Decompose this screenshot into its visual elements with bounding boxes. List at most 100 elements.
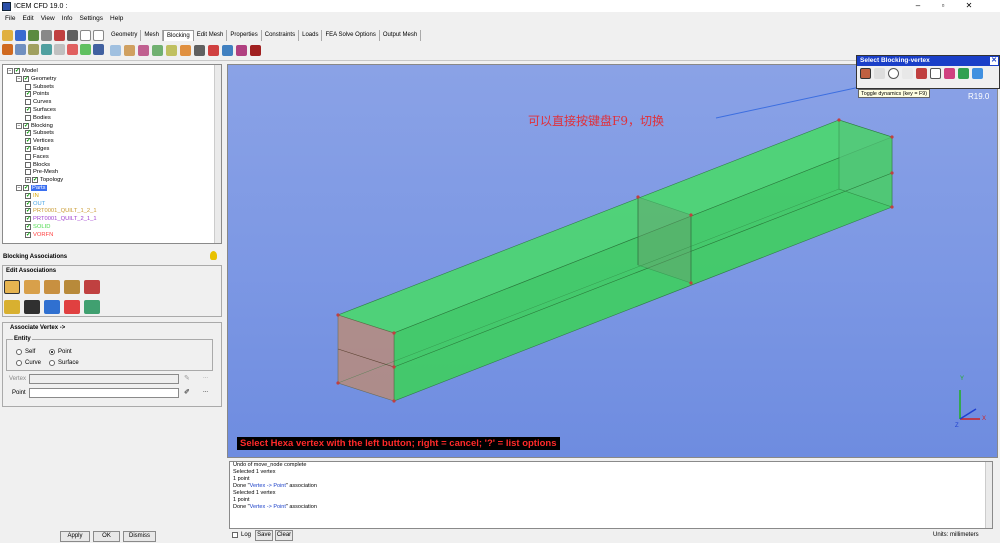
menu-view[interactable]: View xyxy=(41,15,55,22)
tab-constraints[interactable]: Constraints xyxy=(262,30,300,41)
menu-edit[interactable]: Edit xyxy=(22,15,33,22)
polygon-select-icon[interactable] xyxy=(902,68,913,79)
move-vertex-icon[interactable] xyxy=(180,44,191,56)
tree-checkbox[interactable]: ✓ xyxy=(23,122,29,129)
tree-item[interactable]: Curves xyxy=(25,98,51,106)
create-block-icon[interactable] xyxy=(110,44,121,56)
save-log-button[interactable]: Save xyxy=(255,530,273,541)
face-to-surface-icon[interactable] xyxy=(63,280,80,294)
point-input[interactable] xyxy=(29,388,179,398)
surface-radio[interactable] xyxy=(49,360,55,366)
zoom-icon[interactable] xyxy=(15,43,26,55)
display-icon[interactable] xyxy=(93,43,104,55)
curve-radio[interactable] xyxy=(16,360,22,366)
tree-checkbox[interactable] xyxy=(25,114,31,121)
tree-expander[interactable]: − xyxy=(16,185,22,191)
tree-item[interactable]: ✓ PRT0001_QUILT_2_1_1 xyxy=(25,215,97,223)
split-block-icon[interactable] xyxy=(124,44,135,56)
tab-output-mesh[interactable]: Output Mesh xyxy=(380,30,422,41)
deselect-icon[interactable] xyxy=(916,68,927,79)
tree-checkbox[interactable]: ✓ xyxy=(25,138,31,145)
select-panel-close-icon[interactable]: ✕ xyxy=(990,57,998,65)
tree-item[interactable]: ✓ Edges xyxy=(25,145,49,153)
log-checkbox[interactable] xyxy=(232,532,238,538)
tree-item[interactable]: Bodies xyxy=(25,114,51,122)
tree-item[interactable]: − ✓ Blocking xyxy=(16,122,53,130)
vertex-assoc-icon[interactable] xyxy=(4,280,20,294)
pre-mesh-quality-icon[interactable] xyxy=(236,44,247,56)
tree-checkbox[interactable] xyxy=(25,99,31,106)
tab-blocking[interactable]: Blocking xyxy=(163,30,194,41)
transform-block-icon[interactable] xyxy=(194,44,205,56)
tree-checkbox[interactable]: ✓ xyxy=(25,200,31,207)
open-icon[interactable] xyxy=(2,29,13,41)
tree-checkbox[interactable] xyxy=(25,169,31,176)
tab-geometry[interactable]: Geometry xyxy=(108,30,142,41)
part-select-icon[interactable] xyxy=(958,68,969,79)
vertex-more-button[interactable]: ... xyxy=(203,374,208,380)
tree-expander[interactable]: − xyxy=(16,122,22,129)
menu-info[interactable]: Info xyxy=(62,15,73,22)
tree-checkbox[interactable]: ✓ xyxy=(25,146,31,152)
tree-checkbox[interactable]: ✓ xyxy=(25,107,31,113)
dismiss-button[interactable]: Dismiss xyxy=(123,531,156,542)
reset-assoc-icon[interactable] xyxy=(23,300,40,314)
tree-expander[interactable]: − xyxy=(7,68,13,74)
tree-checkbox[interactable] xyxy=(25,83,31,90)
tree-checkbox[interactable]: ✓ xyxy=(25,91,31,98)
visible-select-icon[interactable] xyxy=(972,68,983,79)
tree-item[interactable]: Faces xyxy=(25,153,49,161)
edit-edge-icon[interactable] xyxy=(208,44,219,56)
circle-select-icon[interactable] xyxy=(888,68,899,79)
tree-item[interactable]: ✓ PRT0001_QUILT_1_2_1 xyxy=(25,207,97,215)
menu-settings[interactable]: Settings xyxy=(80,15,104,22)
tree-checkbox[interactable]: ✓ xyxy=(25,130,31,137)
tree-checkbox[interactable] xyxy=(25,161,31,168)
menu-help[interactable]: Help xyxy=(110,15,123,22)
apply-button[interactable]: Apply xyxy=(60,531,90,542)
merge-vertices-icon[interactable] xyxy=(138,44,149,56)
wireframe-icon[interactable] xyxy=(80,43,91,55)
tree-scrollbar[interactable] xyxy=(214,65,221,243)
print-icon[interactable] xyxy=(67,29,78,41)
undo-icon[interactable] xyxy=(80,29,91,41)
blocking-icon[interactable] xyxy=(54,29,65,41)
tree-expander[interactable]: + xyxy=(25,177,31,184)
auto-project-icon[interactable] xyxy=(63,300,80,314)
tab-loads[interactable]: Loads xyxy=(299,30,323,41)
pre-mesh-params-icon[interactable] xyxy=(222,44,233,56)
self-radio[interactable] xyxy=(16,349,22,355)
snap-project-icon[interactable] xyxy=(83,300,100,314)
tree-checkbox[interactable]: ✓ xyxy=(23,185,29,191)
save-icon[interactable] xyxy=(15,29,26,41)
rotate-icon[interactable] xyxy=(41,43,52,55)
tree-item[interactable]: + ✓ Topology xyxy=(25,176,63,184)
clear-log-button[interactable]: Clear xyxy=(275,530,293,541)
tree-item[interactable]: ✓ Subsets xyxy=(25,129,54,137)
help-bulb-icon[interactable] xyxy=(210,251,217,260)
menu-file[interactable]: File xyxy=(5,15,15,22)
tab-properties[interactable]: Properties xyxy=(227,30,262,41)
vertex-input[interactable] xyxy=(29,374,179,384)
tree-item[interactable]: Subsets xyxy=(25,83,54,91)
tree-item[interactable]: − ✓ Parts xyxy=(16,184,47,192)
tab-mesh[interactable]: Mesh xyxy=(141,30,164,41)
block-select-icon[interactable] xyxy=(944,68,955,79)
tree-item[interactable]: − ✓ Model xyxy=(7,67,38,75)
close-button[interactable]: ✕ xyxy=(957,0,981,12)
point-select-icon[interactable]: ✐ xyxy=(184,388,190,396)
measure-icon[interactable] xyxy=(54,43,65,55)
tree-item[interactable]: ✓ SOLID xyxy=(25,223,50,231)
fit-icon[interactable] xyxy=(2,43,13,55)
tab-fea-solve[interactable]: FEA Solve Options xyxy=(322,30,380,41)
all-select-icon[interactable] xyxy=(930,68,941,79)
solid-icon[interactable] xyxy=(67,43,78,55)
update-assoc-icon[interactable] xyxy=(4,300,20,314)
tree-checkbox[interactable]: ✓ xyxy=(23,75,29,82)
tree-item[interactable]: − ✓ Geometry xyxy=(16,75,56,83)
tree-checkbox[interactable] xyxy=(25,153,31,160)
maximize-button[interactable]: ▫ xyxy=(931,0,955,12)
tree-expander[interactable]: − xyxy=(16,75,22,82)
tree-checkbox[interactable]: ✓ xyxy=(25,192,31,199)
delete-block-icon[interactable] xyxy=(250,44,261,56)
